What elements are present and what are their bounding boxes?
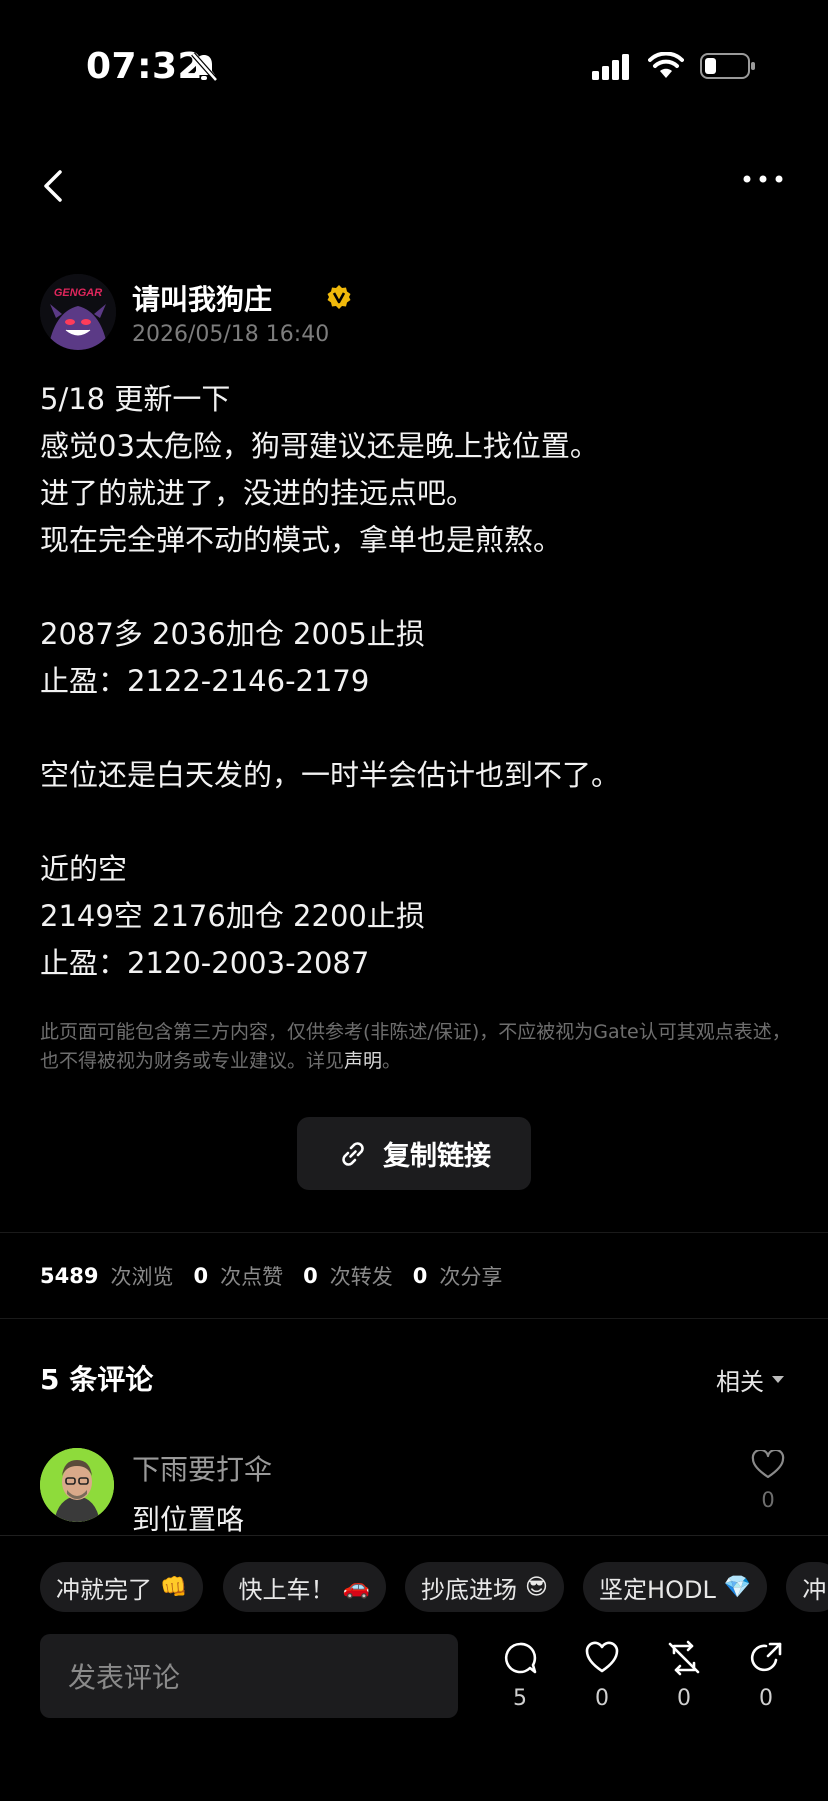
author-avatar[interactable]: GENGAR [40,274,116,350]
link-icon [342,1141,364,1166]
post-line: 现在完全弹不动的模式，拿单也是煎熬。 [40,523,563,557]
car-emoji: 🚗 [342,1574,370,1600]
quick-reply-chip[interactable]: 抄底进场 😎 [405,1562,564,1612]
svg-text:GENGAR: GENGAR [54,287,102,299]
divider [0,1318,828,1319]
comment-button[interactable]: 5 [490,1640,550,1711]
comments-title: 5 条评论 [40,1363,154,1396]
fist-emoji: 👊 [160,1574,188,1600]
commenter-name[interactable]: 下雨要打伞 [132,1448,272,1488]
bottom-panel: 冲就完了 👊 快上车！ 🚗 抄底进场 😎 坚定HODL 💎 冲 发表评论 5 0 [0,1535,828,1801]
status-time: 07:32 [86,46,204,87]
post-line: 止盈：2122-2146-2179 [40,664,370,698]
diamond-emoji: 💎 [723,1574,752,1600]
disclaimer-end: 。 [382,1050,402,1072]
commenter-avatar-image [40,1448,114,1522]
quick-reply-chip[interactable]: 冲就完了 👊 [40,1562,204,1612]
chip-text: 冲 [802,1575,827,1604]
reposts-label: 次转发 [329,1265,393,1289]
sort-label: 相关 [716,1368,764,1396]
sunglasses-emoji: 😎 [525,1574,548,1600]
top-nav [0,160,828,210]
comment-count: 5 [513,1686,527,1711]
cellular-signal-icon [592,54,629,80]
post-line: 近的空 [40,852,128,886]
like-button[interactable]: 0 [572,1640,632,1711]
comment-text: 到位置咯 [132,1503,245,1536]
heart-icon [751,1448,785,1479]
reposts-count: 0 [303,1264,318,1288]
divider [0,1232,828,1233]
statement-link[interactable]: 声明 [344,1050,382,1072]
quick-reply-chips: 冲就完了 👊 快上车！ 🚗 抄底进场 😎 坚定HODL 💎 冲 [40,1562,828,1614]
shares-count: 0 [412,1264,428,1288]
quick-reply-chip[interactable]: 坚定HODL 💎 [583,1562,768,1612]
author-name[interactable]: 请叫我狗庄 [132,278,272,318]
chip-text: 抄底进场 [421,1575,517,1604]
sort-dropdown[interactable]: 相关 [716,1362,784,1397]
share-count: 0 [759,1686,773,1711]
quick-reply-chip[interactable]: 快上车！ 🚗 [222,1562,386,1612]
post-line: 5/18 更新一下 [40,382,231,416]
post-line: 空位还是白天发的，一时半会估计也到不了。 [40,758,621,792]
disclaimer: 此页面可能包含第三方内容，仅供参考(非陈述/保证)，不应被视为Gate认可其观点… [40,1018,800,1076]
comment-item: 下雨要打伞 到位置咯 0 [40,1448,788,1538]
likes-label: 次点赞 [220,1265,284,1289]
comment-input[interactable]: 发表评论 [40,1634,458,1718]
wifi-icon [648,52,684,78]
post-line: 进了的就进了，没进的挂远点吧。 [40,476,476,510]
repost-button[interactable]: 0 [654,1640,714,1711]
comment-input-placeholder: 发表评论 [68,1661,181,1694]
shares-label: 次分享 [439,1265,503,1289]
repost-count: 0 [677,1686,691,1711]
post-stats: 5489 次浏览 0 次点赞 0 次转发 0 次分享 [40,1260,800,1292]
chip-text: 冲就完了 [56,1575,152,1604]
post-line: 2087多 2036加仓 2005止损 [40,617,425,651]
heart-icon [585,1641,619,1673]
copy-link-label: 复制链接 [383,1141,491,1172]
post-line: 止盈：2120-2003-2087 [40,946,370,980]
commenter-avatar[interactable] [40,1448,114,1522]
chip-text: 坚定HODL [599,1575,716,1604]
comments-header: 5 条评论 相关 [40,1358,784,1398]
comment-like-count: 0 [761,1488,775,1512]
comment-like-button[interactable]: 0 [748,1448,788,1512]
post-body: 5/18 更新一下 感觉03太危险，狗哥建议还是晚上找位置。 进了的就进了，没进… [40,376,800,987]
repost-icon [668,1640,700,1676]
like-count: 0 [595,1686,609,1711]
disclaimer-text: 此页面可能包含第三方内容，仅供参考(非陈述/保证)，不应被视为Gate认可其观点… [40,1021,791,1072]
copy-link-button[interactable]: 复制链接 [297,1117,531,1190]
views-count: 5489 [40,1264,99,1288]
share-button[interactable]: 0 [736,1640,796,1711]
caret-down-icon [772,1376,784,1383]
views-label: 次浏览 [110,1265,174,1289]
likes-count: 0 [193,1264,209,1288]
comment-bubble-icon [504,1642,537,1674]
post-line: 感觉03太危险，狗哥建议还是晚上找位置。 [40,429,599,463]
more-options-icon[interactable] [742,172,784,186]
post-author: GENGAR 请叫我狗庄 2026/05/18 16:40 [40,274,800,354]
post-actions: 5 0 0 0 [490,1640,810,1720]
share-icon [750,1642,782,1672]
post-date: 2026/05/18 16:40 [132,322,330,347]
battery-icon [700,53,755,79]
chip-text: 快上车！ [238,1575,335,1604]
gengar-avatar-image: GENGAR [40,274,116,350]
post-line: 2149空 2176加仓 2200止损 [40,899,425,933]
quick-reply-chip[interactable]: 冲 [786,1562,828,1612]
status-bar: 07:32 [0,0,828,140]
verified-badge-icon [327,285,351,309]
back-arrow-icon[interactable] [40,168,68,204]
bell-muted-icon [191,52,218,82]
